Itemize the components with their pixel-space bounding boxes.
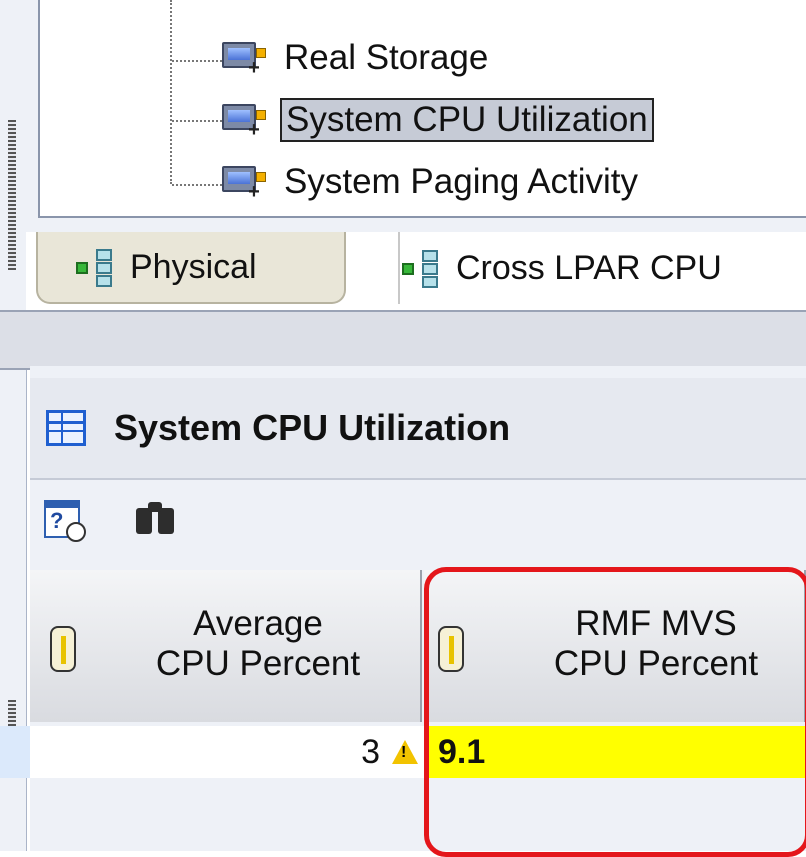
calendar-history-icon[interactable]: ? bbox=[44, 496, 86, 542]
workspace-title-bar: System CPU Utilization bbox=[30, 378, 806, 480]
thermometer-icon bbox=[438, 626, 464, 672]
tree-item-label: System CPU Utilization bbox=[280, 98, 654, 142]
tree-item-system-cpu-utilization[interactable]: + System CPU Utilization bbox=[220, 98, 654, 142]
cell-average-cpu-percent: 3 bbox=[30, 726, 424, 778]
workspace-title: System CPU Utilization bbox=[114, 407, 511, 448]
row-gutter bbox=[0, 726, 30, 778]
panel-splitter[interactable] bbox=[0, 310, 806, 370]
system-node-icon: + bbox=[220, 100, 266, 140]
cell-value: 3 bbox=[361, 732, 380, 771]
column-header-label: RMF MVS CPU Percent bbox=[553, 604, 759, 683]
column-header-rmf-mvs-cpu-percent[interactable]: RMF MVS CPU Percent bbox=[424, 570, 806, 722]
tree-connector bbox=[172, 60, 222, 62]
tree-item-system-paging-activity[interactable]: + System Paging Activity bbox=[220, 160, 642, 204]
column-header-average-cpu-percent[interactable]: Average CPU Percent bbox=[30, 570, 422, 722]
thermometer-icon bbox=[50, 626, 76, 672]
tab-physical[interactable]: Physical bbox=[36, 232, 346, 304]
table-row[interactable]: 3 9.1 bbox=[30, 726, 806, 778]
navigator-tab-strip: Physical Cross LPAR CPU bbox=[26, 232, 806, 310]
cell-value: 9.1 bbox=[438, 732, 486, 771]
tree-item-real-storage[interactable]: + Real Storage bbox=[220, 36, 492, 80]
system-node-icon: + bbox=[220, 38, 266, 78]
tree-connector bbox=[170, 0, 172, 184]
warning-icon bbox=[392, 740, 418, 764]
workspace-toolbar: ? bbox=[44, 488, 178, 548]
navigator-tree: + Real Storage + System CPU Utilization … bbox=[38, 0, 806, 218]
tree-connector bbox=[172, 120, 222, 122]
table-icon bbox=[46, 410, 86, 446]
scrollbar-grip[interactable] bbox=[8, 120, 16, 270]
binoculars-icon[interactable] bbox=[134, 498, 178, 538]
tree-item-label: System Paging Activity bbox=[284, 162, 639, 201]
left-edge-strip bbox=[0, 0, 27, 851]
network-icon bbox=[402, 250, 440, 288]
column-header-label: Average CPU Percent bbox=[155, 604, 361, 683]
tab-cross-lpar-cpu[interactable]: Cross LPAR CPU bbox=[398, 232, 806, 304]
cell-rmf-mvs-cpu-percent: 9.1 bbox=[424, 726, 806, 778]
tab-label: Cross LPAR CPU bbox=[456, 248, 722, 287]
navigator-tree-panel: + Real Storage + System CPU Utilization … bbox=[26, 0, 806, 234]
system-node-icon: + bbox=[220, 162, 266, 202]
tree-item-label: Real Storage bbox=[284, 38, 489, 77]
tab-label: Physical bbox=[130, 247, 257, 286]
tree-connector bbox=[172, 184, 222, 186]
network-icon bbox=[76, 249, 114, 287]
workspace-panel: System CPU Utilization ? Average CPU Per… bbox=[0, 366, 806, 851]
